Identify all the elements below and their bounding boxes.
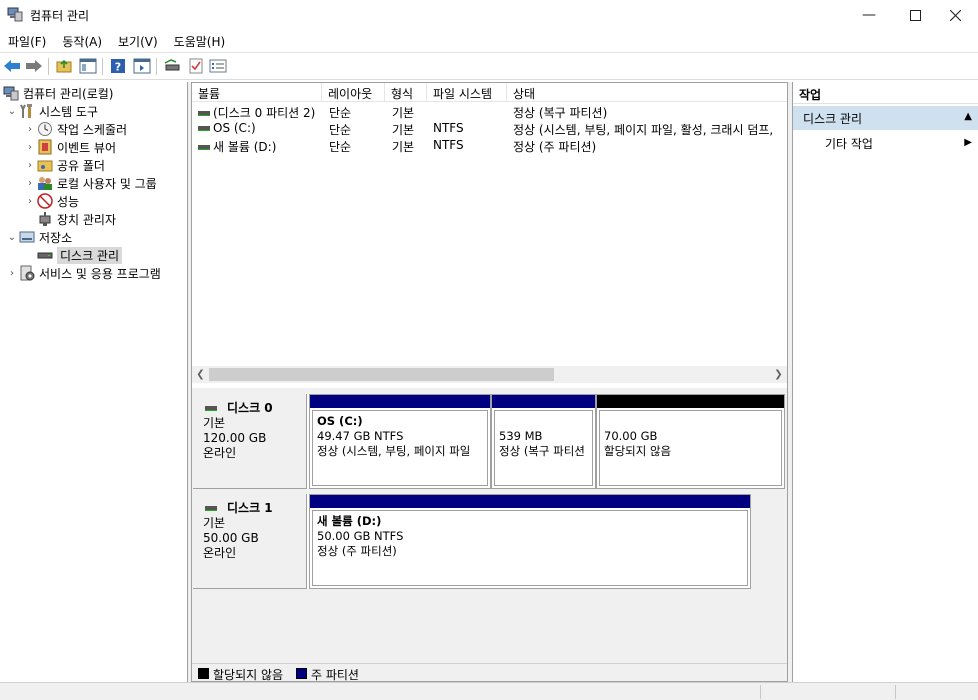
volume-list-header: 볼륨 레이아웃 형식 파일 시스템 상태	[192, 83, 787, 102]
partition-legend: 할당되지 않음 주 파티션	[192, 663, 787, 682]
menu-view[interactable]: 보기(V)	[110, 30, 166, 52]
disk-graphical-view: 디스크 0 기본 120.00 GB 온라인 OS (C:) 49.47 GB …	[192, 388, 787, 681]
console-tree: 컴퓨터 관리(로컬) ⌄ 시스템 도구 › 작업 스케줄러 › 이벤트 뷰어 ›…	[0, 82, 188, 682]
title-bar: 컴퓨터 관리 —	[0, 0, 978, 30]
scrollbar-thumb[interactable]	[209, 368, 554, 381]
services-icon	[19, 265, 35, 281]
tree-item-services[interactable]: › 서비스 및 응용 프로그램	[5, 264, 161, 282]
tools-icon	[19, 103, 35, 119]
volume-icon	[198, 111, 210, 116]
show-hide-tree-icon[interactable]	[78, 57, 98, 75]
users-icon	[37, 175, 53, 191]
device-manager-icon	[37, 211, 53, 227]
table-row[interactable]: (디스크 0 파티션 2) 단순 기본 정상 (복구 파티션)	[192, 103, 787, 120]
chevron-right-icon[interactable]: ›	[23, 142, 37, 153]
tree-item-event-viewer[interactable]: › 이벤트 뷰어	[23, 138, 116, 156]
action-section-disk-management[interactable]: 디스크 관리 ▲	[793, 106, 978, 130]
column-header-volume[interactable]: 볼륨	[192, 83, 322, 102]
tree-item-performance[interactable]: › 성능	[23, 192, 79, 210]
window-title: 컴퓨터 관리	[30, 9, 90, 23]
primary-partition-swatch	[296, 668, 307, 679]
collapse-up-icon[interactable]: ▲	[964, 111, 972, 122]
minimize-button[interactable]: —	[846, 0, 892, 30]
chevron-right-icon[interactable]: ›	[23, 196, 37, 207]
menu-file[interactable]: 파일(F)	[0, 30, 54, 52]
chevron-right-icon[interactable]: ›	[5, 268, 19, 279]
chevron-right-icon[interactable]: ›	[23, 160, 37, 171]
shared-folder-icon	[37, 157, 53, 173]
action-more-actions[interactable]: 기타 작업 ▶	[793, 133, 978, 153]
menu-bar: 파일(F) 동작(A) 보기(V) 도움말(H)	[0, 30, 978, 52]
action-pane: 작업 디스크 관리 ▲ 기타 작업 ▶	[792, 82, 978, 682]
forward-icon[interactable]	[24, 57, 44, 75]
tree-item-storage[interactable]: ⌄ 저장소	[5, 228, 72, 246]
tree-item-task-scheduler[interactable]: › 작업 스케줄러	[23, 120, 127, 138]
disk-1-label[interactable]: 디스크 1 기본 50.00 GB 온라인	[193, 494, 307, 589]
partition-new-volume-d[interactable]: 새 볼륨 (D:) 50.00 GB NTFS 정상 (주 파티션)	[309, 494, 751, 589]
menu-action[interactable]: 동작(A)	[54, 30, 110, 52]
partition-recovery[interactable]: 539 MB 정상 (복구 파티션	[491, 394, 596, 489]
chevron-right-icon[interactable]: ›	[23, 178, 37, 189]
column-header-status[interactable]: 상태	[507, 83, 787, 102]
tree-item-disk-management[interactable]: 디스크 관리	[37, 246, 123, 264]
checklist-icon[interactable]	[186, 57, 206, 75]
disk-0-partitions: OS (C:) 49.47 GB NTFS 정상 (시스템, 부팅, 페이지 파…	[307, 394, 785, 489]
column-header-layout[interactable]: 레이아웃	[322, 83, 385, 102]
disk-icon	[37, 247, 53, 263]
event-viewer-icon	[37, 139, 53, 155]
table-row[interactable]: 새 볼륨 (D:) 단순 기본 NTFS 정상 (주 파티션)	[192, 137, 787, 154]
action-pane-title: 작업	[793, 82, 978, 104]
column-header-type[interactable]: 형식	[385, 83, 427, 102]
performance-icon	[37, 193, 53, 209]
chevron-down-icon[interactable]: ⌄	[5, 232, 19, 243]
disk-icon	[205, 506, 217, 511]
show-action-pane-icon[interactable]	[132, 57, 152, 75]
toolbar: ?	[0, 52, 978, 80]
connect-drive-icon[interactable]	[162, 57, 182, 75]
disk-1-partitions: 새 볼륨 (D:) 50.00 GB NTFS 정상 (주 파티션)	[307, 494, 751, 589]
partition-os-c[interactable]: OS (C:) 49.47 GB NTFS 정상 (시스템, 부팅, 페이지 파…	[309, 394, 491, 489]
status-bar	[0, 682, 978, 700]
volume-icon	[198, 126, 210, 131]
tree-item-device-manager[interactable]: 장치 관리자	[37, 210, 116, 228]
horizontal-scrollbar[interactable]: ❮ ❯	[192, 366, 787, 383]
column-header-file-system[interactable]: 파일 시스템	[427, 83, 507, 102]
back-icon[interactable]	[2, 57, 22, 75]
svg-text:?: ?	[115, 61, 121, 74]
storage-icon	[19, 229, 35, 245]
table-row[interactable]: OS (C:) 단순 기본 NTFS 정상 (시스템, 부팅, 페이지 파일, …	[192, 120, 787, 137]
close-button[interactable]	[932, 0, 978, 30]
computer-management-icon	[7, 7, 23, 22]
unallocated-swatch	[198, 668, 209, 679]
disk-management-pane: 볼륨 레이아웃 형식 파일 시스템 상태 (디스크 0 파티션 2) 단순 기본…	[191, 82, 788, 682]
disk-icon	[205, 406, 217, 411]
scroll-right-icon[interactable]: ❯	[770, 366, 787, 383]
computer-management-icon	[3, 85, 19, 101]
menu-help[interactable]: 도움말(H)	[166, 30, 234, 52]
tree-item-shared-folders[interactable]: › 공유 폴더	[23, 156, 105, 174]
chevron-down-icon[interactable]: ⌄	[5, 106, 19, 117]
up-folder-icon[interactable]	[54, 57, 74, 75]
partition-unallocated[interactable]: 70.00 GB 할당되지 않음	[596, 394, 785, 489]
properties-icon[interactable]	[208, 57, 228, 75]
tree-item-local-users[interactable]: › 로컬 사용자 및 그룹	[23, 174, 157, 192]
tree-item-computer-management[interactable]: 컴퓨터 관리(로컬)	[3, 84, 113, 102]
volume-icon	[198, 145, 210, 150]
submenu-arrow-icon: ▶	[964, 137, 972, 148]
tree-item-system-tools[interactable]: ⌄ 시스템 도구	[5, 102, 98, 120]
clock-icon	[37, 121, 53, 137]
scroll-left-icon[interactable]: ❮	[192, 366, 209, 383]
chevron-right-icon[interactable]: ›	[23, 124, 37, 135]
help-icon[interactable]: ?	[108, 57, 128, 75]
disk-0-label[interactable]: 디스크 0 기본 120.00 GB 온라인	[193, 394, 307, 489]
